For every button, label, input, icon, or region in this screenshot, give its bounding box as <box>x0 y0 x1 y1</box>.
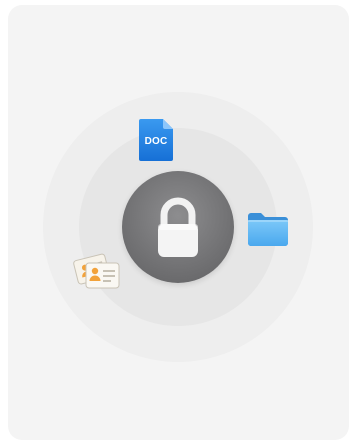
privacy-illustration-card: DOC <box>8 5 349 440</box>
folder-icon <box>246 210 290 248</box>
contact-cards-icon <box>72 249 122 291</box>
lock-badge <box>122 171 234 283</box>
lock-icon <box>158 197 198 257</box>
doc-label: DOC <box>144 136 168 147</box>
doc-file-icon: DOC <box>138 117 176 163</box>
